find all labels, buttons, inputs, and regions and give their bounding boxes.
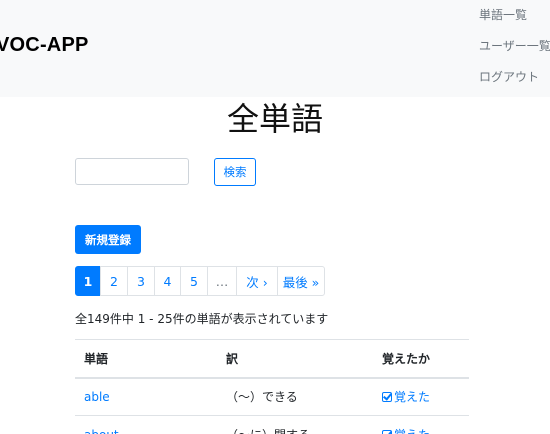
- check-square-icon: [382, 429, 392, 434]
- nav-link-user-list[interactable]: ユーザー一覧: [479, 37, 550, 54]
- table-header-row: 単語 訳 覚えたか: [75, 339, 469, 379]
- page-link-1[interactable]: 1: [75, 266, 101, 296]
- remembered-toggle[interactable]: 覚えた: [382, 426, 430, 434]
- brand-logo[interactable]: VOC-APP: [0, 34, 89, 57]
- remembered-toggle[interactable]: 覚えた: [382, 388, 430, 405]
- page-link-3[interactable]: 3: [127, 266, 155, 296]
- word-link[interactable]: about: [84, 428, 119, 434]
- remembered-label: 覚えた: [394, 390, 431, 405]
- table-row: able （〜）できる 覚えた: [75, 377, 469, 416]
- page-title: 全単語: [226, 100, 323, 138]
- new-word-button[interactable]: 新規登録: [75, 225, 141, 254]
- page: VOC-APP 単語一覧 ユーザー一覧 ログアウト 全単語 検索 新規登録 1 …: [0, 0, 550, 434]
- remembered-cell: 覚えた: [373, 377, 469, 416]
- search-input[interactable]: [75, 158, 189, 185]
- page-link-4[interactable]: 4: [154, 266, 181, 296]
- column-header-meaning: 訳: [217, 339, 373, 379]
- page-link-2[interactable]: 2: [100, 266, 128, 296]
- page-ellipsis: …: [207, 266, 237, 296]
- page-link-last[interactable]: 最後 »: [277, 266, 325, 296]
- word-cell: about: [75, 415, 217, 434]
- word-link[interactable]: able: [84, 390, 110, 404]
- remembered-cell: 覚えた: [373, 415, 469, 434]
- search-button[interactable]: 検索: [214, 158, 256, 186]
- table-row: about （〜に）関する 覚えた: [75, 415, 469, 434]
- nav-link-logout[interactable]: ログアウト: [479, 68, 539, 85]
- check-square-icon: [382, 391, 392, 402]
- meaning-cell: （〜）できる: [217, 377, 373, 416]
- remembered-label: 覚えた: [394, 426, 430, 434]
- column-header-remembered: 覚えたか: [373, 339, 469, 379]
- column-header-word: 単語: [75, 339, 217, 379]
- result-summary: 全149件中 1 - 25件の単語が表示されています: [75, 312, 329, 326]
- meaning-cell: （〜に）関する: [217, 415, 373, 434]
- word-cell: able: [75, 377, 217, 416]
- page-link-next[interactable]: 次 ›: [236, 266, 278, 296]
- pagination: 1 2 3 4 5 … 次 › 最後 »: [75, 266, 325, 296]
- navbar: VOC-APP 単語一覧 ユーザー一覧 ログアウト: [0, 0, 550, 97]
- nav-link-word-list[interactable]: 単語一覧: [479, 6, 527, 23]
- words-table: 単語 訳 覚えたか able （〜）できる 覚えた about （〜に）関する: [75, 339, 469, 434]
- page-link-5[interactable]: 5: [180, 266, 208, 296]
